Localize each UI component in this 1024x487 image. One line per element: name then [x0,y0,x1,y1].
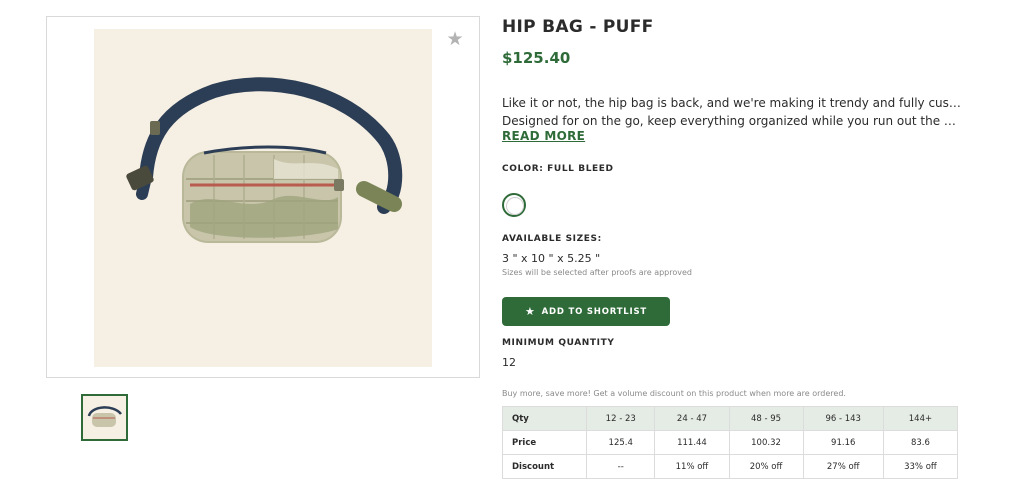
pricing-table-header-cell: Qty [502,406,587,431]
pricing-table: Qty 12 - 23 24 - 47 48 - 95 96 - 143 144… [502,406,959,479]
pricing-table-header-row: Qty 12 - 23 24 - 47 48 - 95 96 - 143 144… [502,406,959,431]
volume-discount-note: Buy more, save more! Get a volume discou… [502,389,846,398]
pricing-table-cell: 83.6 [882,430,959,455]
color-swatch-full-bleed[interactable] [502,193,526,217]
add-to-shortlist-label: ADD TO SHORTLIST [541,306,648,317]
product-title: HIP BAG - PUFF [502,17,654,37]
pricing-table-cell: 111.44 [654,430,730,455]
read-more-link[interactable]: READ MORE [502,129,585,143]
pricing-table-cell: 33% off [882,454,959,479]
minimum-quantity-value: 12 [502,356,516,369]
product-image [94,29,432,367]
pricing-table-header-cell: 24 - 47 [654,406,730,431]
hip-bag-illustration [126,77,403,243]
product-price: $125.40 [502,49,571,67]
pricing-table-cell: 125.4 [585,430,656,455]
pricing-table-cell: 100.32 [728,430,804,455]
favorite-star-icon[interactable]: ★ [445,29,465,49]
thumbnail-hip-bag-icon [87,406,122,427]
product-description: Like it or not, the hip bag is back, and… [502,94,962,130]
pricing-table-row: Discount -- 11% off 20% off 27% off 33% … [502,454,959,479]
pricing-table-cell: Discount [502,454,587,479]
pricing-table-cell: 20% off [728,454,804,479]
pricing-table-row: Price 125.4 111.44 100.32 91.16 83.6 [502,430,959,455]
pricing-table-cell: 27% off [802,454,884,479]
pricing-table-header-cell: 144+ [882,406,959,431]
color-label: COLOR: FULL BLEED [502,164,614,174]
add-to-shortlist-button[interactable]: ★ ADD TO SHORTLIST [502,297,670,326]
product-image-frame: ★ [46,16,480,378]
description-line: Designed for on the go, keep everything … [502,114,962,128]
pricing-table-cell: Price [502,430,587,455]
sizes-note: Sizes will be selected after proofs are … [502,268,692,277]
minimum-quantity-label: MINIMUM QUANTITY [502,338,615,348]
sizes-value: 3 " x 10 " x 5.25 " [502,252,601,265]
description-line: Like it or not, the hip bag is back, and… [502,96,962,110]
pricing-table-cell: 11% off [654,454,730,479]
pricing-table-cell: -- [585,454,656,479]
available-sizes-label: AVAILABLE SIZES: [502,234,602,244]
pricing-table-header-cell: 12 - 23 [585,406,656,431]
pricing-table-cell: 91.16 [802,430,884,455]
pricing-table-header-cell: 96 - 143 [802,406,884,431]
star-icon: ★ [524,305,536,318]
thumbnail-image[interactable] [81,394,128,441]
pricing-table-header-cell: 48 - 95 [728,406,804,431]
